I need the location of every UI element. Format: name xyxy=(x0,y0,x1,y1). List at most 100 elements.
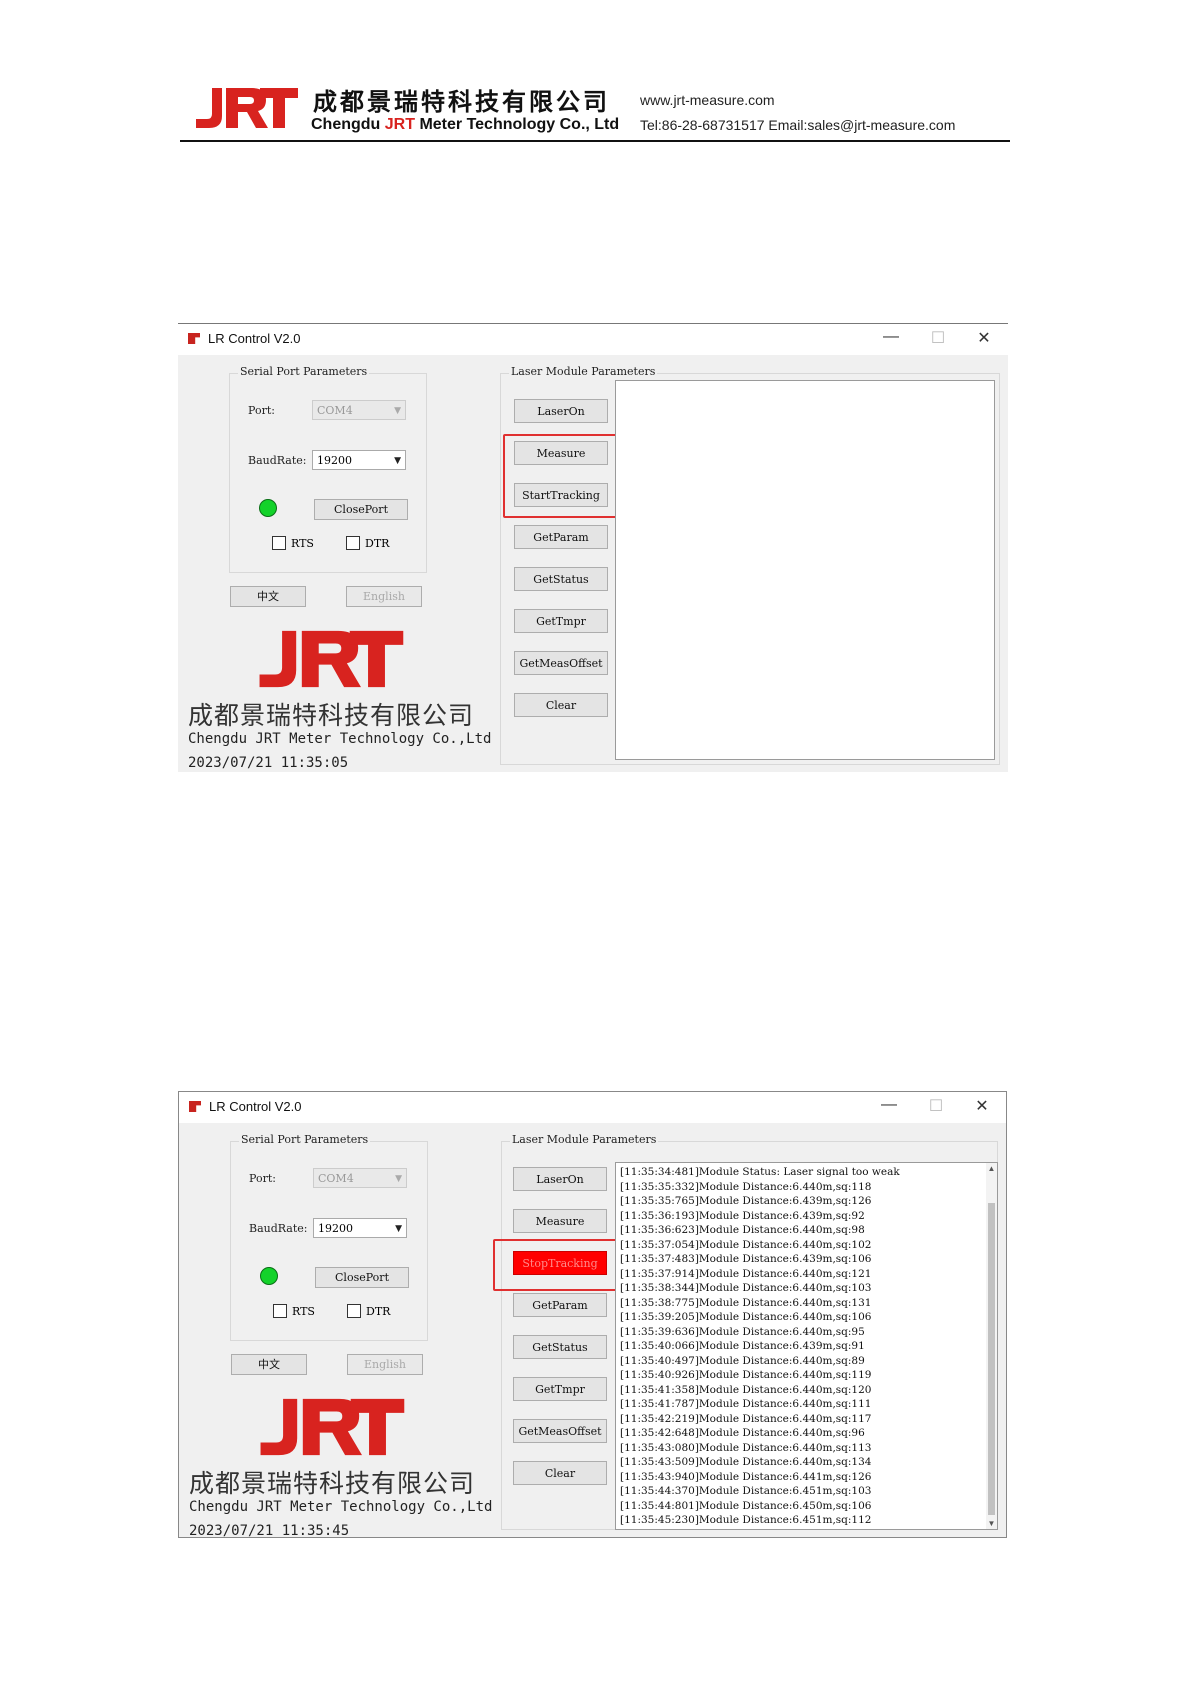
baudrate-select[interactable]: 19200 ▼ xyxy=(312,450,406,470)
get-tmpr-button[interactable]: GetTmpr xyxy=(514,609,608,633)
rts-label: RTS xyxy=(291,536,314,550)
chinese-language-button[interactable]: 中文 xyxy=(230,586,306,607)
log-line: [11:35:40:497]Module Distance:6.440m,sq:… xyxy=(620,1354,865,1367)
log-line: [11:35:34:481]Module Status: Laser signa… xyxy=(620,1166,900,1178)
minimize-icon[interactable]: — xyxy=(877,1096,901,1114)
company-name-en: Chengdu JRT Meter Technology Co., Ltd xyxy=(311,116,620,133)
laser-group-title: Laser Module Parameters xyxy=(510,1133,659,1146)
document-header: 成都景瑞特科技有限公司 Chengdu JRT Meter Technology… xyxy=(180,76,1010,142)
jrt-logo xyxy=(259,630,404,688)
log-line: [11:35:44:370]Module Distance:6.451m,sq:… xyxy=(620,1485,872,1497)
laser-group-title: Laser Module Parameters xyxy=(509,365,658,378)
log-line: [11:35:37:483]Module Distance:6.439m,sq:… xyxy=(620,1253,872,1265)
log-line: [11:35:37:054]Module Distance:6.440m,sq:… xyxy=(620,1238,872,1251)
get-tmpr-button[interactable]: GetTmpr xyxy=(513,1377,607,1401)
get-meas-offset-button[interactable]: GetMeasOffset xyxy=(513,1419,607,1443)
window-title: LR Control V2.0 xyxy=(208,331,301,346)
title-bar: LR Control V2.0 — ☐ ✕ xyxy=(179,1092,1006,1123)
log-line: [11:35:35:332]Module Distance:6.440m,sq:… xyxy=(620,1180,872,1193)
rts-checkbox[interactable]: RTS xyxy=(273,1304,315,1318)
log-output[interactable]: [11:35:34:481]Module Status: Laser signa… xyxy=(615,1162,998,1530)
chinese-language-button[interactable]: 中文 xyxy=(231,1354,307,1375)
scroll-up-icon[interactable]: ▲ xyxy=(986,1163,997,1174)
get-status-button[interactable]: GetStatus xyxy=(514,567,608,591)
english-language-button[interactable]: English xyxy=(347,1354,423,1375)
minimize-icon[interactable]: — xyxy=(879,328,903,346)
app-window-before: LR Control V2.0 — ☐ ✕ Serial Port Parame… xyxy=(178,323,1008,772)
log-line: [11:35:39:636]Module Distance:6.440m,sq:… xyxy=(620,1325,865,1338)
rts-checkbox[interactable]: RTS xyxy=(272,536,314,550)
close-icon[interactable]: ✕ xyxy=(972,328,996,348)
app-icon xyxy=(189,1101,201,1112)
laser-on-button[interactable]: LaserOn xyxy=(514,399,608,423)
chevron-down-icon: ▼ xyxy=(394,456,401,466)
jrt-logo xyxy=(196,88,298,128)
port-value: COM4 xyxy=(318,1172,354,1185)
log-line: [11:35:43:080]Module Distance:6.440m,sq:… xyxy=(620,1441,872,1454)
dtr-label: DTR xyxy=(366,1304,391,1318)
log-line: [11:35:41:358]Module Distance:6.440m,sq:… xyxy=(620,1383,872,1396)
port-label: Port: xyxy=(249,1172,276,1185)
clear-button[interactable]: Clear xyxy=(513,1461,607,1485)
log-scrollbar[interactable]: ▲ ▼ xyxy=(986,1163,997,1529)
clock-timestamp: 2023/07/21 11:35:45 xyxy=(189,1523,350,1539)
dtr-checkbox[interactable]: DTR xyxy=(346,536,389,550)
brand-name-en: Chengdu JRT Meter Technology Co.,Ltd xyxy=(189,1499,493,1515)
clear-button[interactable]: Clear xyxy=(514,693,608,717)
clock-timestamp: 2023/07/21 11:35:05 xyxy=(188,755,349,771)
log-line: [11:35:36:193]Module Distance:6.439m,sq:… xyxy=(620,1209,865,1222)
log-line: [11:35:39:205]Module Distance:6.440m,sq:… xyxy=(620,1311,872,1323)
laser-on-button[interactable]: LaserOn xyxy=(513,1167,607,1191)
log-line: [11:35:38:775]Module Distance:6.440m,sq:… xyxy=(620,1296,872,1309)
checkbox-box xyxy=(272,536,286,550)
serial-group-title: Serial Port Parameters xyxy=(238,365,370,378)
log-line: [11:35:37:914]Module Distance:6.440m,sq:… xyxy=(620,1267,872,1280)
port-value: COM4 xyxy=(317,404,353,417)
scroll-down-icon[interactable]: ▼ xyxy=(986,1518,997,1529)
measure-button[interactable]: Measure xyxy=(513,1209,607,1233)
brand-name-cn: 成都景瑞特科技有限公司 xyxy=(189,1469,476,1498)
app-window-after: LR Control V2.0 — ☐ ✕ Serial Port Parame… xyxy=(178,1091,1007,1539)
website-link[interactable]: www.jrt-measure.com xyxy=(640,92,775,108)
header-divider xyxy=(180,140,1010,142)
company-name-cn: 成都景瑞特科技有限公司 xyxy=(313,88,610,116)
port-select[interactable]: COM4 ▼ xyxy=(312,400,406,420)
log-line: [11:35:36:623]Module Distance:6.440m,sq:… xyxy=(620,1224,865,1236)
get-status-button[interactable]: GetStatus xyxy=(513,1335,607,1359)
close-port-button[interactable]: ClosePort xyxy=(315,1267,409,1288)
english-language-button[interactable]: English xyxy=(346,586,422,607)
chevron-down-icon: ▼ xyxy=(395,1224,402,1234)
baudrate-value: 19200 xyxy=(317,454,352,467)
connection-status-led xyxy=(259,499,277,517)
connection-status-led xyxy=(260,1267,278,1285)
rts-label: RTS xyxy=(292,1304,315,1318)
brand-name-cn: 成都景瑞特科技有限公司 xyxy=(188,701,475,730)
brand-name-en: Chengdu JRT Meter Technology Co.,Ltd xyxy=(188,731,492,747)
baudrate-label: BaudRate: xyxy=(248,454,307,467)
close-port-button[interactable]: ClosePort xyxy=(314,499,408,520)
log-line: [11:35:38:344]Module Distance:6.440m,sq:… xyxy=(620,1282,872,1294)
jrt-logo xyxy=(260,1398,405,1456)
maximize-icon[interactable]: ☐ xyxy=(926,328,950,348)
get-param-button[interactable]: GetParam xyxy=(513,1293,607,1317)
port-select[interactable]: COM4 ▼ xyxy=(313,1168,407,1188)
close-icon[interactable]: ✕ xyxy=(970,1096,994,1116)
log-line: [11:35:43:940]Module Distance:6.441m,sq:… xyxy=(620,1470,872,1483)
chevron-down-icon: ▼ xyxy=(395,1174,402,1184)
scroll-thumb[interactable] xyxy=(988,1203,995,1515)
title-bar: LR Control V2.0 — ☐ ✕ xyxy=(178,324,1008,355)
port-label: Port: xyxy=(248,404,275,417)
dtr-checkbox[interactable]: DTR xyxy=(347,1304,390,1318)
checkbox-box xyxy=(347,1304,361,1318)
log-line: [11:35:40:066]Module Distance:6.439m,sq:… xyxy=(620,1340,865,1352)
window-title: LR Control V2.0 xyxy=(209,1099,302,1114)
get-meas-offset-button[interactable]: GetMeasOffset xyxy=(514,651,608,675)
checkbox-box xyxy=(273,1304,287,1318)
log-output[interactable] xyxy=(615,380,995,760)
log-list: [11:35:34:481]Module Status: Laser signa… xyxy=(620,1165,985,1528)
log-line: [11:35:41:787]Module Distance:6.440m,sq:… xyxy=(620,1398,872,1410)
log-line: [11:35:35:765]Module Distance:6.439m,sq:… xyxy=(620,1195,872,1207)
baudrate-select[interactable]: 19200 ▼ xyxy=(313,1218,407,1238)
maximize-icon[interactable]: ☐ xyxy=(924,1096,948,1116)
get-param-button[interactable]: GetParam xyxy=(514,525,608,549)
